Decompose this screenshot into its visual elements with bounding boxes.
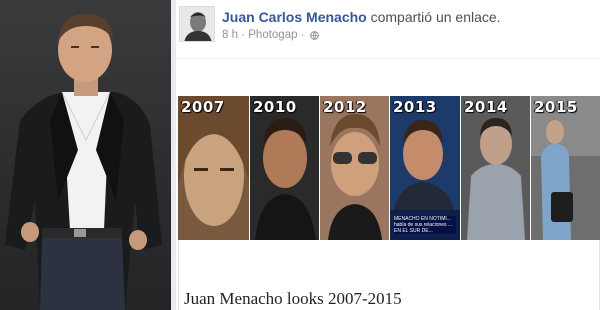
author-name-link[interactable]: Juan Carlos Menacho	[222, 9, 367, 25]
link-title[interactable]: Juan Menacho looks 2007-2015	[184, 289, 402, 309]
author-avatar[interactable]	[179, 6, 215, 42]
year-label: 2012	[323, 98, 367, 116]
collage-tile: 2010	[250, 96, 320, 240]
post-meta: 8 h · Photogap ·	[222, 29, 319, 41]
collage-tile: 2012	[320, 96, 390, 240]
post-timestamp[interactable]: 8 h	[222, 29, 238, 41]
header-separator	[176, 58, 600, 59]
collage-tile: 2007	[178, 96, 250, 240]
portrait-photo	[0, 0, 171, 310]
year-label: 2007	[181, 98, 225, 116]
year-label: 2015	[534, 98, 578, 116]
post-action-text: compartió un enlace.	[370, 9, 501, 25]
tv-caption: MENACHO EN NOTIMI... habla de sus relaci…	[394, 216, 456, 234]
year-label: 2014	[464, 98, 508, 116]
post-author-line: Juan Carlos Menacho compartió un enlace.	[222, 9, 501, 25]
shared-link-image[interactable]: 2007 2010 2012 2013 MENACHO EN NOTIMI...…	[178, 96, 600, 240]
meta-separator: ·	[300, 29, 305, 41]
year-label: 2013	[393, 98, 437, 116]
globe-icon[interactable]	[309, 30, 319, 40]
collage-tile: 2014	[461, 96, 531, 240]
collage-tile: 2015	[531, 96, 600, 240]
year-label: 2010	[253, 98, 297, 116]
post-card: Juan Carlos Menacho compartió un enlace.…	[176, 0, 600, 310]
meta-separator: ·	[241, 29, 246, 41]
collage-tile: 2013 MENACHO EN NOTIMI... habla de sus r…	[390, 96, 461, 240]
post-source[interactable]: Photogap	[248, 29, 297, 41]
